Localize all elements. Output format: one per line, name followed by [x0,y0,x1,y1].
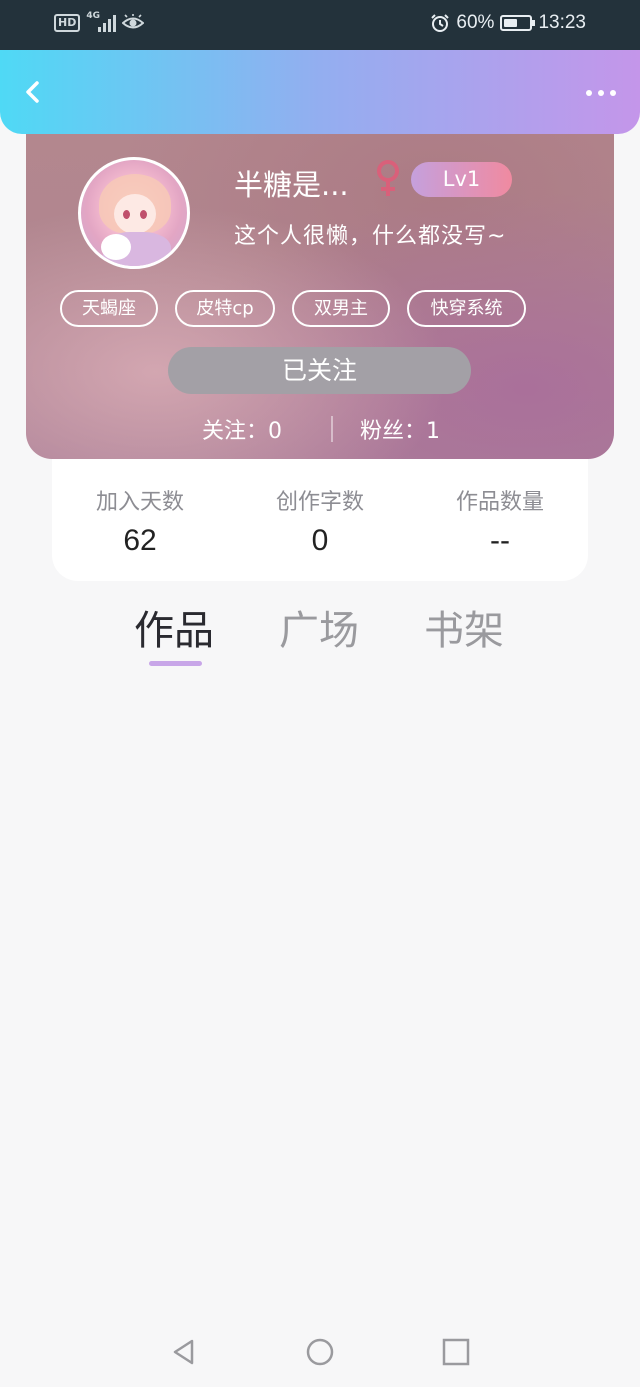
fans-count[interactable]: 粉丝：1 [360,413,440,445]
status-right-icons: 60% 13:23 [430,12,586,34]
stat-label: 作品数量 [455,490,544,515]
tag-item[interactable]: 快穿系统 [407,290,526,327]
status-left-icons: HD 4G [54,11,145,32]
signal-icon: 4G [86,11,117,32]
nav-back-icon[interactable] [170,1338,198,1366]
network-type: 4G [86,11,100,21]
hd-icon: HD [54,14,81,32]
following-count[interactable]: 关注：0 [202,413,282,445]
clock: 13:23 [538,12,586,33]
tag-item[interactable]: 天蝎座 [60,290,158,327]
nav-home-icon[interactable] [306,1338,334,1366]
stat-label: 创作字数 [275,490,364,515]
profile-card: 半糖是... Lv1 这个人很懒，什么都没写~ 天蝎座 皮特cp 双男主 快穿系… [26,110,614,459]
stat-value: -- [490,524,510,557]
female-icon [377,160,399,196]
follow-button[interactable]: 已关注 [168,347,471,394]
chevron-left-icon[interactable] [22,80,46,104]
tab-square[interactable]: 广场 [279,598,359,656]
tag-item[interactable]: 皮特cp [175,290,275,327]
tag-item[interactable]: 双男主 [292,290,390,327]
battery-percent: 60% [456,12,495,33]
stat-works-count: 作品数量 -- [430,484,570,558]
stat-label: 加入天数 [95,490,184,515]
more-dots-icon[interactable] [586,90,616,96]
avatar[interactable] [78,157,190,269]
count-divider [331,416,333,442]
level-badge: Lv1 [411,162,512,197]
tag-list: 天蝎座 皮特cp 双男主 快穿系统 [60,290,526,327]
tab-works[interactable]: 作品 [134,598,214,656]
eye-icon [122,14,145,29]
nav-recent-icon[interactable] [442,1338,470,1366]
stat-value: 0 [311,524,329,557]
username: 半糖是... [234,168,349,202]
stat-word-count: 创作字数 0 [250,484,390,558]
follow-counts: 关注：0 粉丝：1 [26,413,614,445]
top-header [0,50,640,134]
alarm-icon [431,14,450,32]
stat-value: 62 [123,524,157,557]
bio-text: 这个人很懒，什么都没写~ [234,224,507,249]
system-nav-bar [0,1316,640,1387]
stat-join-days: 加入天数 62 [70,484,210,558]
content-tabs: 作品 广场 书架 [0,598,640,678]
status-bar: HD 4G 60% 13:23 [0,0,640,50]
battery-icon [500,15,536,31]
tab-bookshelf[interactable]: 书架 [424,598,504,656]
tab-indicator [149,661,202,666]
